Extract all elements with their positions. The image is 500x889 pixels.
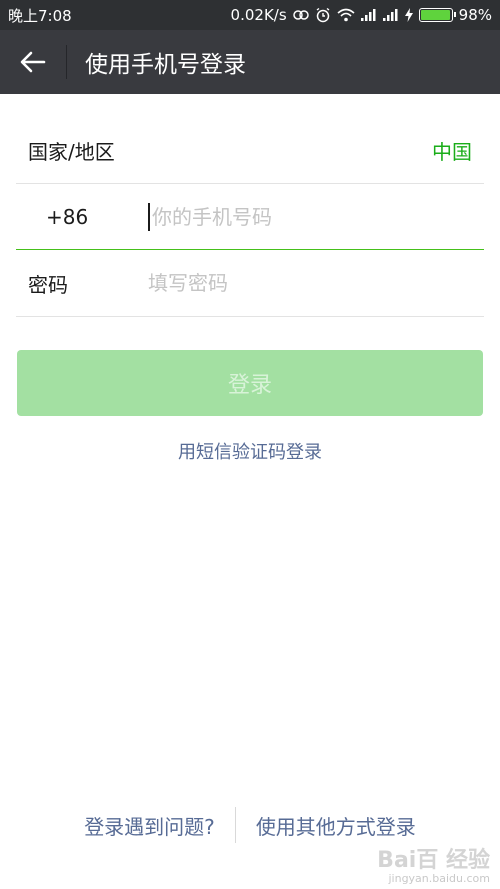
battery-percent: 98% xyxy=(458,6,492,24)
country-region-selector[interactable]: 国家/地区 中国 xyxy=(16,118,484,184)
footer-divider xyxy=(234,807,236,843)
password-label: 密码 xyxy=(28,272,68,297)
title-divider xyxy=(66,45,67,79)
status-icons: 0.02K/s 98% xyxy=(231,6,492,24)
country-code: +86 xyxy=(46,204,89,229)
phone-row: +86 xyxy=(16,184,484,250)
link-icon xyxy=(292,7,309,23)
back-button[interactable] xyxy=(0,30,66,94)
wifi-icon xyxy=(337,7,355,23)
password-row: 密码 xyxy=(16,250,484,317)
alarm-icon xyxy=(315,7,331,23)
phone-input[interactable] xyxy=(148,202,448,231)
status-bar: 晚上7:08 0.02K/s 98% xyxy=(0,0,500,30)
signal-icon xyxy=(382,7,399,23)
password-input[interactable] xyxy=(148,271,448,295)
country-value: 中国 xyxy=(432,140,472,164)
title-bar: 使用手机号登录 xyxy=(0,30,500,94)
status-time: 晚上7:08 xyxy=(8,6,72,25)
network-speed: 0.02K/s xyxy=(230,6,287,24)
footer: 登录遇到问题? 使用其他方式登录 xyxy=(0,805,500,845)
arrow-left-icon xyxy=(20,51,46,73)
battery-icon xyxy=(418,8,456,22)
login-problem-link[interactable]: 登录遇到问题? xyxy=(84,811,215,840)
other-login-methods-link[interactable]: 使用其他方式登录 xyxy=(256,811,416,840)
battery-level xyxy=(420,10,451,20)
sms-login-link[interactable]: 用短信验证码登录 xyxy=(0,438,500,464)
charging-icon xyxy=(404,7,413,23)
login-button[interactable]: 登录 xyxy=(17,350,483,416)
country-label: 国家/地区 xyxy=(28,140,115,164)
watermark-url: jingyan.baidu.com xyxy=(388,871,490,885)
watermark-logo: Bai百 经验 xyxy=(377,847,490,873)
watermark: Bai百 经验 jingyan.baidu.com xyxy=(377,847,490,885)
page-title: 使用手机号登录 xyxy=(85,52,246,78)
signal-icon xyxy=(360,7,377,23)
